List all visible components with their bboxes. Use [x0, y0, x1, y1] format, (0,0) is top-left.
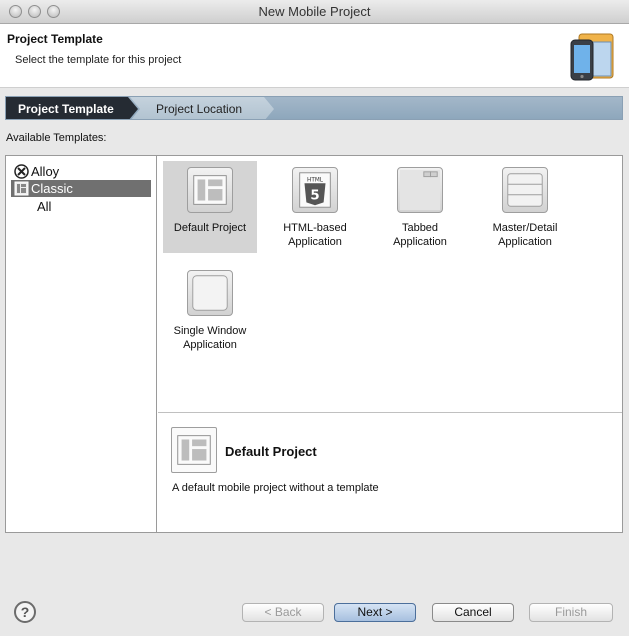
- step-project-template[interactable]: Project Template: [6, 97, 138, 119]
- alloy-icon: [14, 164, 29, 179]
- template-label: Master/Detail Application: [492, 222, 558, 248]
- category-classic[interactable]: Classic: [11, 180, 151, 197]
- back-button[interactable]: < Back: [242, 603, 324, 622]
- template-grid: Default Project HTML 5 HTML-based Applica…: [158, 156, 622, 413]
- category-list: Alloy Classic All: [6, 156, 157, 532]
- cancel-button[interactable]: Cancel: [432, 603, 514, 622]
- default-project-icon: [171, 427, 217, 473]
- wizard-header: Project Template Select the template for…: [0, 24, 629, 88]
- single-window-icon: [187, 270, 233, 316]
- window-title: New Mobile Project: [258, 4, 371, 19]
- classic-icon: [14, 181, 29, 196]
- page-title: Project Template: [7, 32, 103, 46]
- template-description-panel: Default Project A default mobile project…: [158, 414, 622, 532]
- description-title: Default Project: [225, 444, 317, 459]
- template-default-project[interactable]: Default Project: [163, 161, 257, 253]
- template-label: Single Window Application: [173, 325, 247, 351]
- mobile-project-icon: [570, 33, 614, 81]
- template-browser: Alloy Classic All Default Project HTML 5…: [5, 155, 623, 533]
- next-button[interactable]: Next >: [334, 603, 416, 622]
- category-label: Alloy: [31, 164, 60, 179]
- master-detail-icon: [502, 167, 548, 213]
- page-subtitle: Select the template for this project: [15, 54, 182, 66]
- category-alloy[interactable]: Alloy: [11, 163, 151, 180]
- category-label: All: [37, 199, 52, 214]
- category-all[interactable]: All: [11, 198, 151, 215]
- tabbed-icon: [397, 167, 443, 213]
- default-project-icon: [187, 167, 233, 213]
- template-single-window-application[interactable]: Single Window Application: [163, 264, 257, 356]
- template-master-detail-application[interactable]: Master/Detail Application: [478, 161, 572, 253]
- help-icon[interactable]: ?: [14, 601, 36, 623]
- html5-icon: HTML 5: [292, 167, 338, 213]
- category-label: Classic: [31, 181, 73, 196]
- template-html-based-application[interactable]: HTML 5 HTML-based Application: [268, 161, 362, 253]
- description-text: A default mobile project without a templ…: [172, 482, 379, 494]
- svg-text:5: 5: [310, 189, 319, 204]
- available-templates-label: Available Templates:: [6, 132, 107, 144]
- title-bar: New Mobile Project: [0, 0, 629, 24]
- wizard-steps: Project Location Project Template: [5, 96, 623, 120]
- template-label: Default Project: [173, 222, 247, 234]
- template-label: HTML-based Application: [283, 222, 347, 248]
- template-tabbed-application[interactable]: Tabbed Application: [373, 161, 467, 253]
- template-label: Tabbed Application: [393, 222, 447, 248]
- svg-text:HTML: HTML: [307, 177, 324, 183]
- step-project-location[interactable]: Project Location: [130, 97, 274, 119]
- finish-button[interactable]: Finish: [529, 603, 613, 622]
